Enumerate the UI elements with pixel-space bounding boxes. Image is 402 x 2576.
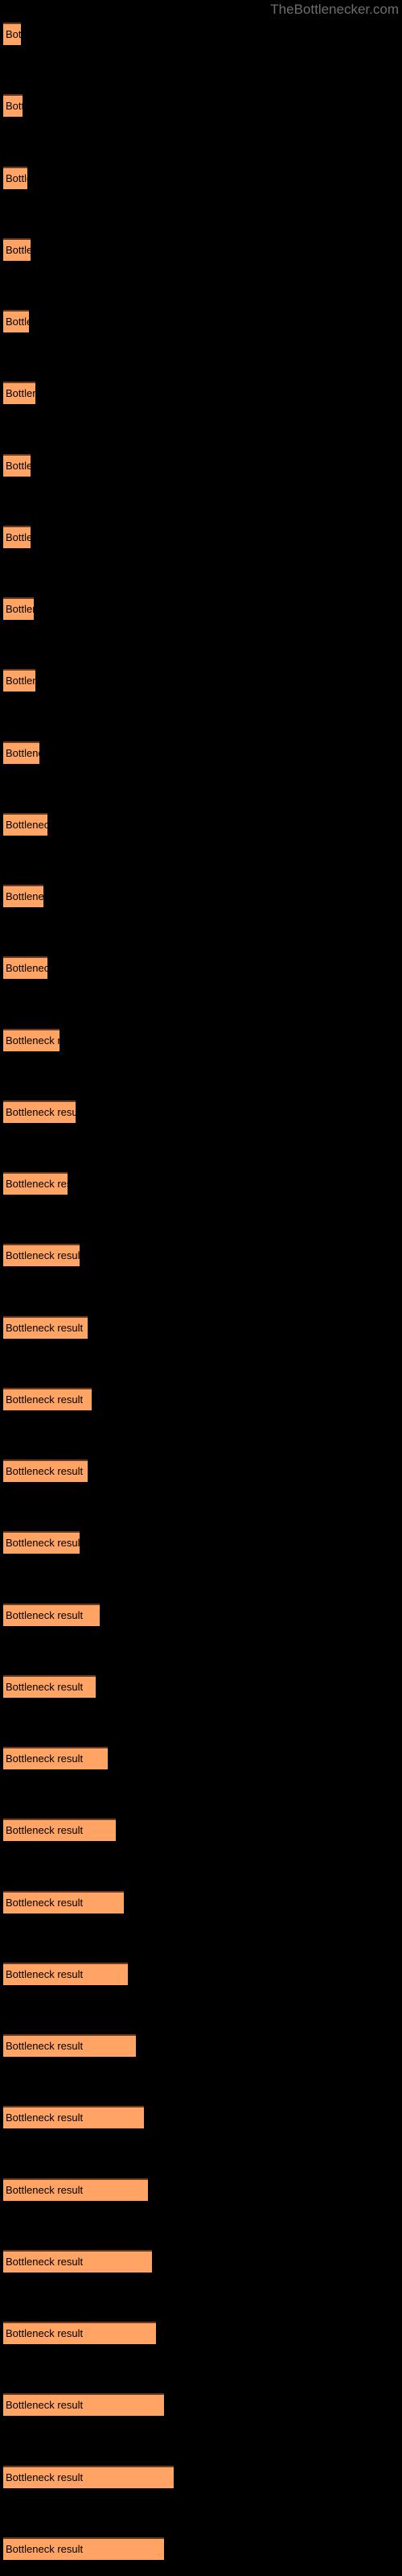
bar[interactable] <box>3 597 34 620</box>
bar[interactable] <box>3 2322 156 2344</box>
bar[interactable] <box>3 1029 59 1051</box>
bar[interactable] <box>3 1675 96 1698</box>
bar[interactable] <box>3 2034 136 2057</box>
bar[interactable] <box>3 2393 164 2416</box>
bar[interactable] <box>3 1100 76 1123</box>
bar[interactable] <box>3 167 27 189</box>
bar[interactable] <box>3 454 31 477</box>
bar[interactable] <box>3 2250 152 2273</box>
bar[interactable] <box>3 1459 88 1482</box>
bar[interactable] <box>3 813 47 836</box>
bar[interactable] <box>3 238 31 261</box>
bar[interactable] <box>3 1818 116 1841</box>
bar[interactable] <box>3 2466 174 2488</box>
horizontal-bar-chart: Bottleneck resultBottleneck resultBottle… <box>0 0 402 2576</box>
bar[interactable] <box>3 526 31 548</box>
bar[interactable] <box>3 1604 100 1626</box>
bar[interactable] <box>3 1963 128 1985</box>
bar[interactable] <box>3 1891 124 1913</box>
bar[interactable] <box>3 310 29 332</box>
bar[interactable] <box>3 1244 80 1266</box>
bar[interactable] <box>3 2106 144 2128</box>
bar[interactable] <box>3 2178 148 2201</box>
bar[interactable] <box>3 23 21 45</box>
bar[interactable] <box>3 956 47 979</box>
bar[interactable] <box>3 1172 68 1195</box>
bar[interactable] <box>3 1388 92 1410</box>
bar[interactable] <box>3 1316 88 1339</box>
bar[interactable] <box>3 1747 108 1769</box>
bar[interactable] <box>3 669 35 691</box>
bar[interactable] <box>3 94 23 117</box>
bar[interactable] <box>3 741 39 764</box>
bar[interactable] <box>3 382 35 404</box>
bar[interactable] <box>3 2537 164 2560</box>
bar[interactable] <box>3 885 43 907</box>
bar[interactable] <box>3 1531 80 1554</box>
